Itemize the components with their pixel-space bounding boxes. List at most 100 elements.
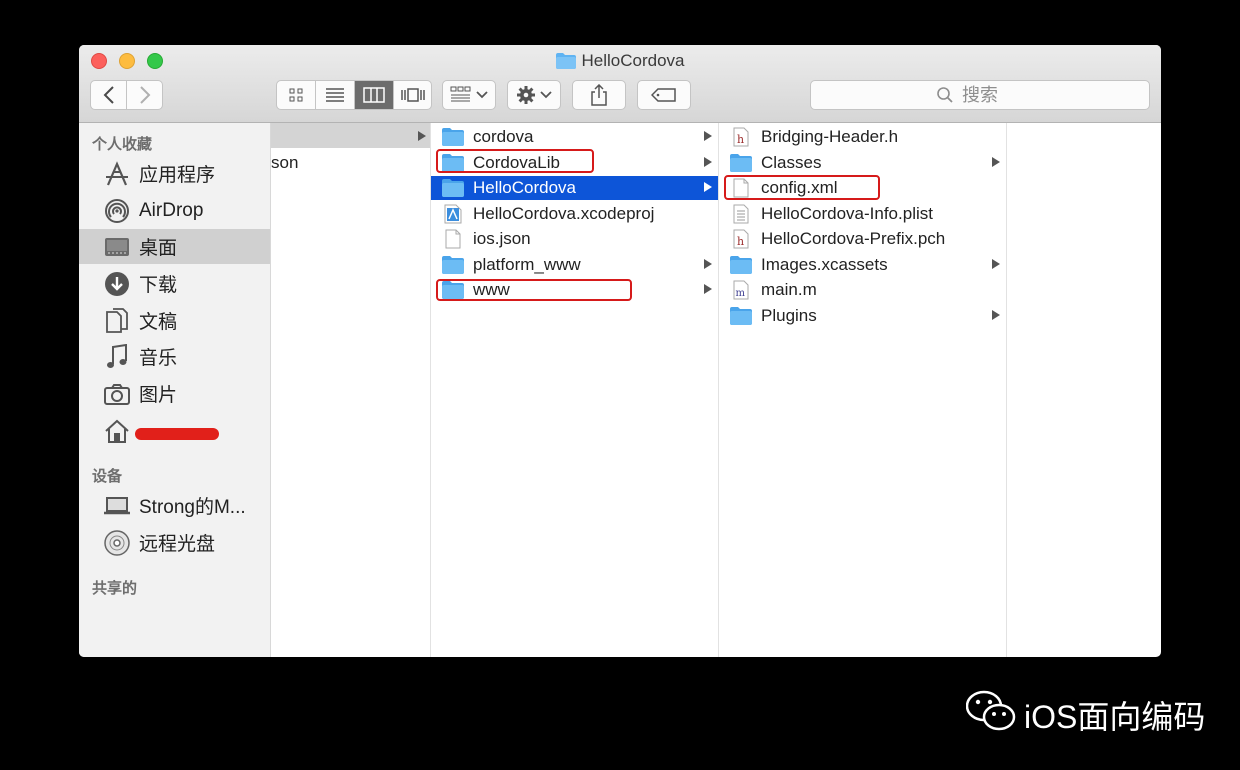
disclosure-arrow-icon: [992, 259, 1000, 269]
toolbar: HelloCordova: [79, 45, 1161, 123]
truncated-file-name[interactable]: son: [271, 153, 298, 173]
arrange-grid-icon: [450, 86, 471, 102]
sidebar-item-pictures[interactable]: 图片: [79, 376, 270, 411]
annotation-highlight-box: [436, 279, 632, 301]
sidebar-section-favorites: 个人收藏: [92, 136, 153, 153]
sidebar-item-applications[interactable]: 应用程序: [79, 156, 270, 191]
list-item-plugins[interactable]: Plugins: [719, 304, 1006, 328]
sidebar-item-downloads[interactable]: 下载: [79, 266, 270, 301]
chevron-down-icon: [540, 91, 552, 99]
sidebar-item-airdrop[interactable]: AirDrop: [79, 193, 270, 228]
list-view-button[interactable]: [316, 81, 355, 109]
forward-button[interactable]: [127, 81, 162, 109]
chevron-right-icon: [139, 86, 150, 104]
back-button[interactable]: [91, 81, 127, 109]
cover-flow-button[interactable]: [394, 81, 431, 109]
sidebar-item-documents[interactable]: 文稿: [79, 303, 270, 338]
finder-window: HelloCordova 搜索 个人收藏 应用程序 AirDrop 桌面 下载 …: [79, 45, 1161, 657]
list-item-xcodeproj[interactable]: HelloCordova.xcodeproj: [431, 202, 718, 226]
sidebar: 个人收藏 应用程序 AirDrop 桌面 下载 文稿 音乐 图片 设备 Stro…: [79, 123, 271, 657]
airdrop-icon: [103, 197, 131, 225]
navigation-segment: [90, 80, 163, 110]
annotation-highlight-box: [724, 175, 880, 200]
share-button[interactable]: [572, 80, 626, 110]
arrange-button[interactable]: [442, 80, 496, 110]
disclosure-arrow-icon: [418, 131, 426, 141]
gear-icon: [517, 86, 535, 104]
browser-column-1: son: [271, 123, 431, 657]
list-view-icon: [326, 88, 344, 102]
list-item-prefix-pch[interactable]: h HelloCordova-Prefix.pch: [719, 227, 1006, 251]
folder-icon: [441, 178, 465, 198]
list-item-cordova[interactable]: cordova: [431, 125, 718, 149]
folder-icon: [555, 53, 576, 74]
sidebar-item-music[interactable]: 音乐: [79, 339, 270, 374]
svg-text:h: h: [737, 235, 744, 248]
selected-row-inactive[interactable]: [271, 123, 430, 148]
svg-text:h: h: [737, 133, 744, 146]
search-field[interactable]: [810, 80, 1150, 110]
browser-column-2: cordova CordovaLib HelloCordova HelloCor…: [431, 123, 719, 657]
disclosure-arrow-icon: [992, 157, 1000, 167]
sidebar-section-devices: 设备: [92, 468, 123, 485]
cover-flow-icon: [400, 88, 425, 102]
disclosure-arrow-icon: [992, 310, 1000, 320]
header-file-icon: h: [729, 229, 753, 249]
sidebar-item-this-mac[interactable]: Strong的M...: [79, 488, 270, 523]
sidebar-item-label: 桌面: [139, 238, 178, 259]
view-mode-segment: [276, 80, 432, 110]
search-icon: [937, 87, 953, 103]
sidebar-section-shared: 共享的: [92, 580, 138, 597]
annotation-highlight-box: [436, 149, 594, 173]
sidebar-item-remote-disc[interactable]: 远程光盘: [79, 525, 270, 560]
list-item-hellocordova[interactable]: HelloCordova: [431, 176, 718, 200]
downloads-icon: [103, 270, 131, 298]
sidebar-item-label: 下载: [139, 275, 178, 296]
tag-button[interactable]: [637, 80, 691, 110]
laptop-icon: [103, 492, 131, 520]
redacted-username: [135, 427, 219, 440]
chevron-down-icon: [476, 91, 488, 99]
svg-text:m: m: [736, 288, 746, 299]
watermark: iOS面向编码: [965, 690, 1205, 740]
search-input[interactable]: [960, 83, 1024, 107]
browser-column-4: [1007, 123, 1161, 657]
disclosure-arrow-icon: [704, 182, 712, 192]
sidebar-item-label: 音乐: [139, 348, 178, 369]
source-file-icon: m: [729, 280, 753, 300]
share-icon: [591, 84, 607, 106]
icon-view-icon: [289, 88, 303, 102]
disclosure-arrow-icon: [704, 157, 712, 167]
pictures-icon: [103, 380, 131, 408]
header-file-icon: h: [729, 127, 753, 147]
list-item-main-m[interactable]: m main.m: [719, 278, 1006, 302]
list-item-images-xcassets[interactable]: Images.xcassets: [719, 253, 1006, 277]
list-item-info-plist[interactable]: HelloCordova-Info.plist: [719, 202, 1006, 226]
list-item-classes[interactable]: Classes: [719, 151, 1006, 175]
sidebar-item-label: Strong的M...: [139, 497, 246, 518]
folder-icon: [729, 153, 753, 173]
plist-icon: [729, 204, 753, 224]
disclosure-arrow-icon: [704, 131, 712, 141]
folder-icon: [729, 306, 753, 326]
action-button[interactable]: [507, 80, 561, 110]
sidebar-item-label: 文稿: [139, 312, 178, 333]
sidebar-item-home[interactable]: [79, 413, 270, 448]
wechat-icon: [965, 690, 1016, 740]
sidebar-item-label: 图片: [139, 385, 178, 406]
list-item-platform-www[interactable]: platform_www: [431, 253, 718, 277]
icon-view-button[interactable]: [277, 81, 316, 109]
folder-icon: [441, 127, 465, 147]
disclosure-arrow-icon: [704, 284, 712, 294]
sidebar-item-desktop[interactable]: 桌面: [79, 229, 270, 264]
desktop-icon: [103, 233, 131, 261]
list-item-bridging-header[interactable]: h Bridging-Header.h: [719, 125, 1006, 149]
sidebar-item-label: 远程光盘: [139, 534, 216, 555]
documents-icon: [103, 307, 131, 335]
folder-icon: [441, 255, 465, 275]
column-view-button[interactable]: [355, 81, 394, 109]
folder-icon: [729, 255, 753, 275]
list-item-ios-json[interactable]: ios.json: [431, 227, 718, 251]
tag-icon: [651, 88, 676, 102]
music-icon: [103, 343, 131, 371]
